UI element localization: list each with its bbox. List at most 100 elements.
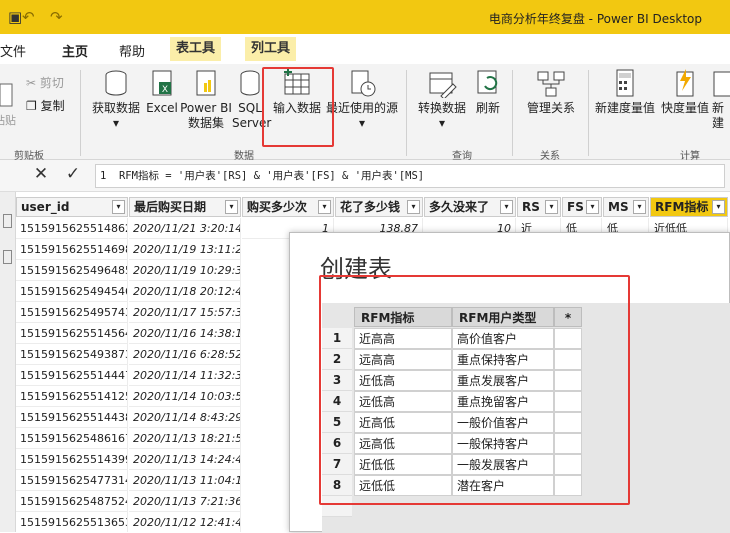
filter-dropdown-icon[interactable]: ▾ — [633, 200, 646, 214]
refresh-button[interactable]: 刷新 — [470, 68, 506, 116]
table-cell: 151591562551​41256 — [16, 386, 128, 407]
column-header[interactable]: FS ▾ — [562, 197, 602, 217]
filter-dropdown-icon[interactable]: ▾ — [225, 200, 238, 214]
tab-table-tools[interactable]: 表工具 — [170, 37, 222, 61]
create-table-dialog: 创建表 RFM指标 RFM用户类型 * 1 近高高 高价值客户 2 远高高 重点保持客户 3… — [289, 232, 730, 533]
filter-dropdown-icon[interactable]: ▾ — [712, 200, 725, 214]
table-cell: 151591562551​36532 — [16, 512, 128, 532]
tab-file[interactable]: 文件 — [0, 41, 26, 60]
separator — [588, 70, 589, 156]
table-cell: 1515915625514862​3 — [16, 218, 128, 239]
report-view-icon[interactable] — [3, 214, 12, 228]
column-header[interactable]: 购买多少次 ▾ — [242, 197, 334, 217]
table-cell: 2020/11/13 14:24:45 — [129, 449, 241, 470]
powerbi-dataset-icon — [196, 70, 216, 96]
table-cell: 151591562549​5743 — [16, 302, 128, 323]
recent-sources-icon — [351, 70, 376, 97]
table-cell: 2020/11/13 11:04:15 — [129, 470, 241, 491]
column-header[interactable]: 多久没来了 ▾ — [424, 197, 516, 217]
copy-button[interactable]: ❐ 复制 — [26, 97, 65, 114]
cancel-formula-icon[interactable]: ✕ — [26, 164, 56, 188]
filter-dropdown-icon[interactable]: ▾ — [500, 200, 513, 214]
transform-data-button[interactable]: 转换数据 ▾ — [414, 68, 470, 131]
table-cell: 151591562548​7524 — [16, 491, 128, 512]
table-cell: 151591562551​45644 — [16, 323, 128, 344]
undo-icon[interactable]: ↶ — [22, 8, 35, 26]
filter-dropdown-icon[interactable]: ▾ — [545, 200, 558, 214]
table-cell: 151591562551​43995 — [16, 449, 128, 470]
data-view-icon[interactable] — [3, 250, 12, 264]
column-header[interactable]: 最后购买日期 ▾ — [129, 197, 241, 217]
new-other-button[interactable]: 新建 — [712, 68, 730, 131]
column-header[interactable]: user_id ▾ — [16, 197, 128, 217]
formula-line-number: 1 — [100, 170, 107, 182]
filter-dropdown-icon[interactable]: ▾ — [112, 200, 125, 214]
save-icon[interactable]: ▣ — [8, 8, 22, 26]
column-header-selected[interactable]: RFM指标 ▾ — [650, 197, 728, 217]
table-cell: 2020/11/19 13:11:23 — [129, 239, 241, 260]
paste-icon — [0, 83, 13, 107]
column-header[interactable]: 花了多少钱 ▾ — [335, 197, 423, 217]
table-cell: 151591562549​38732 — [16, 344, 128, 365]
cut-button[interactable]: ✂ 剪切 — [26, 74, 64, 91]
table-cell: 2020/11/16 14:38:14 — [129, 323, 241, 344]
copy-icon: ❐ — [26, 99, 37, 113]
refresh-icon — [477, 70, 498, 94]
separator — [512, 70, 513, 156]
separator — [406, 70, 407, 156]
table-cell: 2020/11/18 20:12:41 — [129, 281, 241, 302]
column-header[interactable]: RS ▾ — [517, 197, 561, 217]
ribbon-tabs: 文件 主页 帮助 表工具 列工具 — [0, 34, 730, 67]
table-cell: 2020/11/14 8:43:29 — [129, 407, 241, 428]
new-measure-button[interactable]: 新建度量值 — [594, 68, 656, 116]
new-column-icon — [713, 71, 730, 97]
table-cell: 151591562548​6167 — [16, 428, 128, 449]
redo-icon[interactable]: ↷ — [50, 8, 63, 26]
table-cell: 2020/11/12 12:41:48 — [129, 512, 241, 532]
title-bar: ▣ ↶ ↷ 电商分析年终复盘 - Power BI Desktop — [0, 0, 730, 34]
powerbi-dataset-button[interactable]: Power BI 数据集 — [180, 68, 232, 131]
tab-home[interactable]: 主页 — [62, 41, 89, 67]
table-cell: 151591562549​45462 — [16, 281, 128, 302]
table-cell: 2020/11/19 10:29:39 — [129, 260, 241, 281]
table-cell: 2020/11/17 15:57:31 — [129, 302, 241, 323]
table-cell: 151591562549​6485 — [16, 260, 128, 281]
table-cell: 151591562551​46988 — [16, 239, 128, 260]
database-icon — [105, 70, 127, 96]
paste-button[interactable]: 粘贴 — [0, 82, 20, 127]
table-cell: 151591562551​4438 — [16, 407, 128, 428]
calculator-icon — [616, 69, 634, 97]
get-data-button[interactable]: 获取数据 ▾ — [88, 68, 144, 131]
filter-dropdown-icon[interactable]: ▾ — [318, 200, 331, 214]
table-cell: 151591562551​4447 — [16, 365, 128, 386]
excel-button[interactable]: X Excel — [144, 68, 180, 116]
table-cell: 2020/11/16 6:28:52 — [129, 344, 241, 365]
table-cell: 2020/11/13 18:21:56 — [129, 428, 241, 449]
quick-measure-button[interactable]: 快度量值 — [658, 68, 712, 116]
tab-column-tools[interactable]: 列工具 — [245, 37, 297, 61]
separator — [80, 70, 81, 156]
view-sidebar — [0, 192, 16, 532]
sql-server-icon — [240, 70, 260, 96]
highlight-box-enter-data — [262, 67, 334, 147]
scissors-icon: ✂ — [26, 76, 37, 90]
filter-dropdown-icon[interactable]: ▾ — [407, 200, 420, 214]
manage-relationships-button[interactable]: 管理关系 — [520, 68, 582, 116]
transform-icon — [429, 72, 457, 98]
tab-help[interactable]: 帮助 — [119, 41, 145, 60]
svg-text:X: X — [162, 85, 168, 95]
filter-dropdown-icon[interactable]: ▾ — [586, 200, 599, 214]
excel-icon: X — [152, 70, 172, 96]
commit-formula-icon[interactable]: ✓ — [58, 164, 88, 188]
table-cell: 151591562547​73146 — [16, 470, 128, 491]
highlight-box-dialog-table — [319, 275, 630, 505]
table-cell: 2020/11/21 3:20:14 — [129, 218, 241, 239]
ribbon: 粘贴 ✂ 剪切 ❐ 复制 剪贴板 获取数据 ▾ X Excel Power BI… — [0, 64, 730, 162]
window-title: 电商分析年终复盘 - Power BI Desktop — [488, 12, 702, 26]
relationships-icon — [537, 71, 565, 97]
table-cell: 2020/11/13 7:21:36 — [129, 491, 241, 512]
table-cell: 2020/11/14 11:32:31 — [129, 365, 241, 386]
recent-sources-button[interactable]: 最近使用的源 ▾ — [324, 68, 400, 131]
column-header[interactable]: MS ▾ — [603, 197, 649, 217]
formula-input[interactable]: 1 RFM指标 = '用户表'[RS] & '用户表'[FS] & '用户表'[… — [95, 164, 725, 188]
